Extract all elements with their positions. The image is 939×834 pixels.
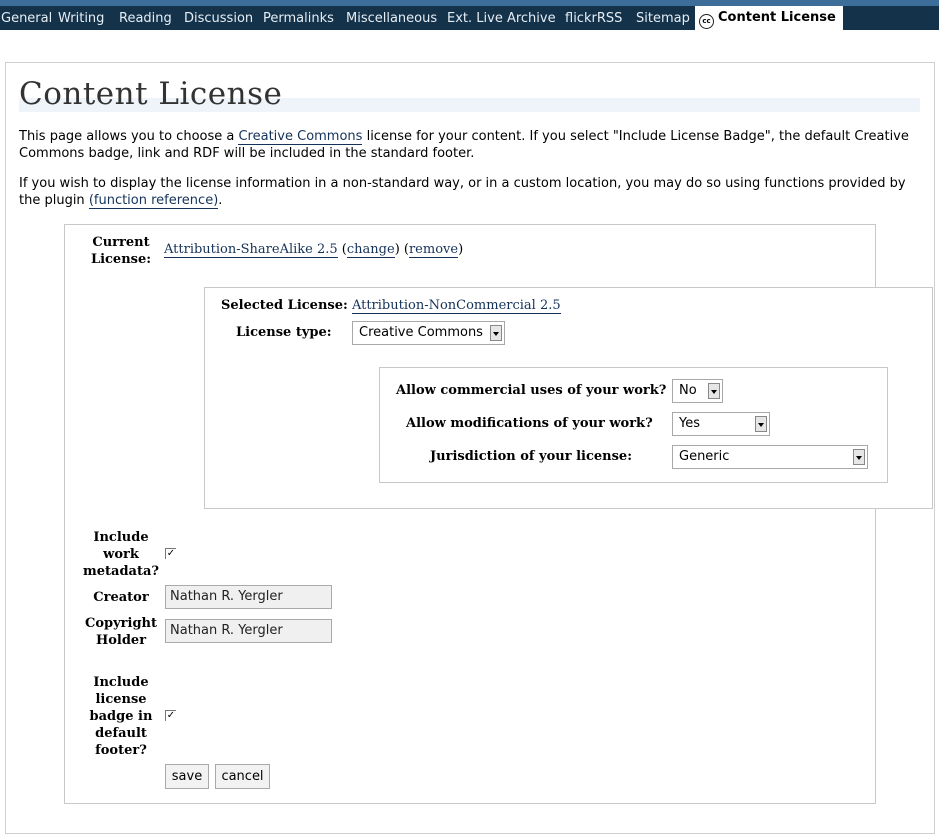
current-license-label: Current License: — [90, 235, 152, 267]
save-button[interactable]: save — [165, 764, 209, 789]
jurisdiction-select[interactable]: Generic — [672, 445, 868, 469]
creative-commons-link[interactable]: Creative Commons — [238, 129, 363, 145]
modifications-select[interactable]: Yes — [672, 412, 770, 436]
tab-content-license[interactable]: cc Content License — [695, 6, 843, 30]
current-license-value: Attribution-ShareAlike 2.5 (change) (rem… — [164, 242, 464, 258]
commercial-use-select[interactable]: No — [672, 379, 723, 403]
cancel-button[interactable]: cancel — [215, 764, 270, 789]
tab-ext-live-archive[interactable]: Ext. Live Archive — [447, 11, 556, 26]
include-metadata-label: Include work metadata? — [82, 530, 159, 579]
commercial-use-value: No — [679, 383, 697, 398]
creator-field[interactable]: Nathan R. Yergler — [165, 585, 332, 609]
tab-general[interactable]: General — [1, 11, 52, 26]
chevron-down-icon — [853, 449, 865, 465]
include-badge-checkbox[interactable]: ✓ — [165, 710, 176, 721]
jurisdiction-label: Jurisdiction of your license: — [430, 449, 632, 464]
modifications-label: Allow modifications of your work? — [406, 416, 653, 431]
function-reference-paragraph: If you wish to display the license infor… — [19, 175, 919, 209]
chevron-down-icon — [755, 416, 767, 432]
license-type-label: License type: — [236, 325, 332, 340]
commercial-use-label: Allow commercial uses of your work? — [396, 383, 667, 398]
copyright-holder-field[interactable]: Nathan R. Yergler — [165, 619, 332, 643]
modifications-value: Yes — [679, 416, 700, 431]
selected-license-label: Selected License: — [221, 298, 348, 313]
intro-text-start: This page allows you to choose a — [19, 129, 239, 144]
tab-flickrrss[interactable]: flickrRSS — [565, 11, 622, 26]
selected-license-row: Selected License: Attribution-NonCommerc… — [221, 298, 561, 314]
chevron-down-icon — [490, 325, 502, 341]
function-reference-link[interactable]: (function reference) — [88, 193, 219, 209]
tab-miscellaneous[interactable]: Miscellaneous — [346, 11, 437, 26]
tab-content-license-label: Content License — [718, 10, 836, 25]
current-license-link[interactable]: Attribution-ShareAlike 2.5 — [164, 242, 338, 258]
page-title: Content License — [19, 76, 283, 112]
intro-paragraph: This page allows you to choose a Creativ… — [19, 128, 919, 162]
license-type-value: Creative Commons — [359, 325, 483, 340]
tab-reading[interactable]: Reading — [119, 11, 172, 26]
chevron-down-icon — [708, 383, 720, 399]
copyright-holder-label: Copyright Holder — [85, 616, 157, 648]
admin-submenu-bar: General Writing Reading Discussion Perma… — [0, 0, 939, 30]
remove-license-link[interactable]: remove — [408, 242, 459, 258]
tab-sitemap[interactable]: Sitemap — [636, 11, 690, 26]
license-type-select[interactable]: Creative Commons — [352, 321, 505, 345]
tab-writing[interactable]: Writing — [58, 11, 104, 26]
second-text-end: . — [218, 193, 223, 208]
include-badge-label: Include license badge in default footer? — [89, 675, 153, 758]
selected-license-link[interactable]: Attribution-NonCommercial 2.5 — [351, 298, 561, 314]
tab-permalinks[interactable]: Permalinks — [263, 11, 334, 26]
change-license-link[interactable]: change — [346, 242, 395, 258]
creator-label: Creator — [93, 590, 149, 605]
jurisdiction-value: Generic — [679, 449, 730, 464]
tab-discussion[interactable]: Discussion — [184, 11, 253, 26]
include-metadata-checkbox[interactable]: ✓ — [165, 548, 176, 559]
cc-icon: cc — [699, 14, 714, 29]
